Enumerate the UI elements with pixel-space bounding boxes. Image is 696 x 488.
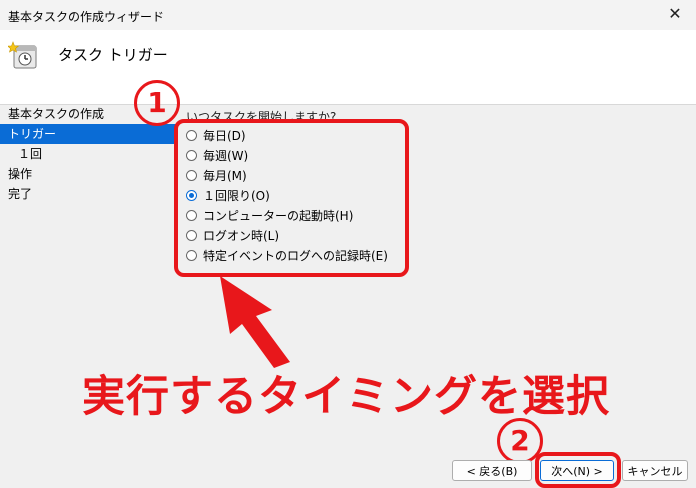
annotation-number-1: 1	[134, 80, 180, 126]
page-title: タスク トリガー	[58, 46, 168, 64]
annotation-box-options	[174, 119, 409, 277]
step-trigger[interactable]: トリガー	[0, 124, 178, 144]
close-icon[interactable]: ✕	[664, 3, 686, 25]
step-once[interactable]: １回	[0, 144, 178, 164]
next-button[interactable]: 次へ(N) >	[540, 460, 614, 481]
annotation-caption: 実行するタイミングを選択	[82, 372, 610, 422]
title-bar: 基本タスクの作成ウィザード ✕	[0, 0, 696, 30]
cancel-button[interactable]: キャンセル	[622, 460, 688, 481]
window-title: 基本タスクの作成ウィザード	[8, 10, 165, 24]
annotation-arrow-icon	[220, 276, 290, 368]
wizard-header: タスク トリガー	[0, 30, 696, 105]
task-clock-icon	[8, 41, 37, 69]
step-finish[interactable]: 完了	[0, 184, 178, 204]
back-button[interactable]: < 戻る(B)	[452, 460, 532, 481]
step-action[interactable]: 操作	[0, 164, 178, 184]
